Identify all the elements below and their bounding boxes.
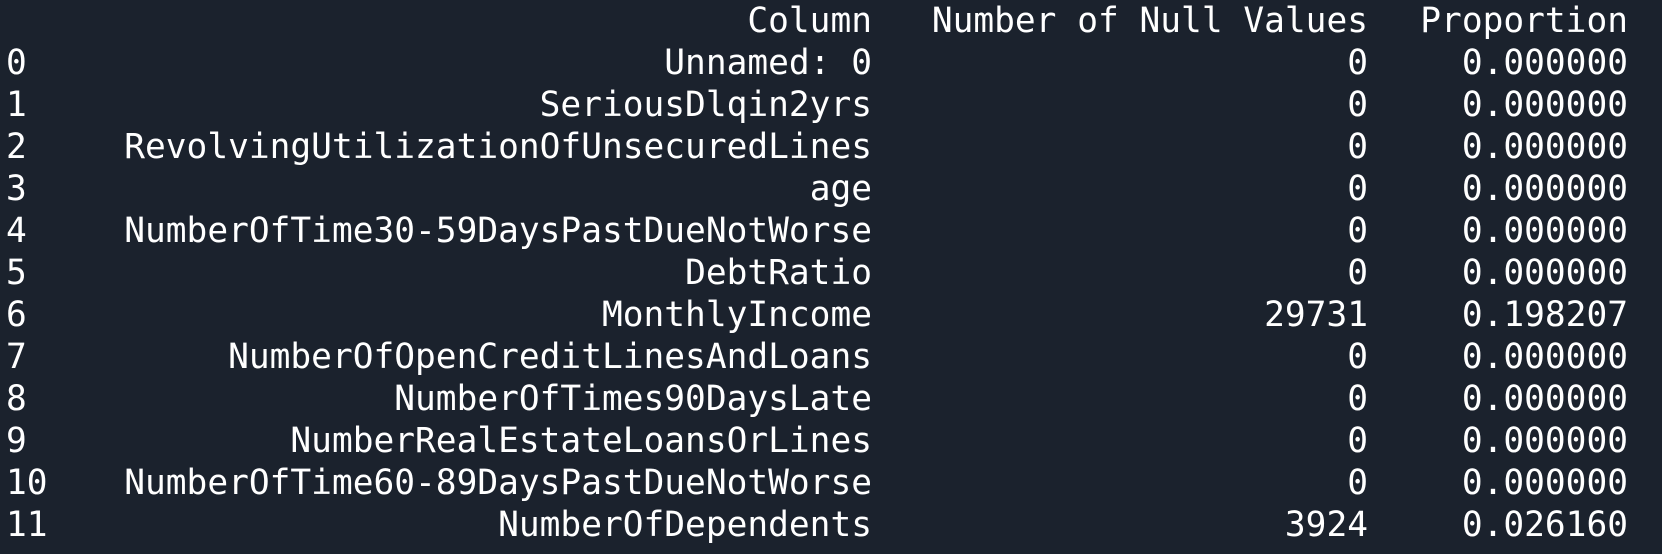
null-proportion: 0.000000	[1461, 169, 1628, 209]
column-name: MonthlyIncome	[601, 295, 872, 335]
dataframe-output: Column Number of Null Values Proportion …	[0, 0, 1662, 554]
row-index: 1	[6, 85, 27, 125]
column-name: NumberOfDependents	[498, 505, 872, 545]
null-proportion: 0.000000	[1461, 85, 1628, 125]
table-row: 3 age 0 0.000000	[0, 168, 1662, 210]
row-index: 7	[6, 337, 27, 377]
column-name: NumberOfTimes90DaysLate	[394, 379, 872, 419]
table-row: 9 NumberRealEstateLoansOrLines 0 0.00000…	[0, 420, 1662, 462]
null-count: 0	[1347, 127, 1368, 167]
column-name: SeriousDlqin2yrs	[539, 85, 872, 125]
row-index: 10	[6, 463, 48, 503]
null-count: 0	[1347, 421, 1368, 461]
null-count: 0	[1347, 169, 1368, 209]
table-row: 2 RevolvingUtilizationOfUnsecuredLines 0…	[0, 126, 1662, 168]
null-count: 0	[1347, 379, 1368, 419]
row-index: 8	[6, 379, 27, 419]
row-index: 2	[6, 127, 27, 167]
table-row: 10 NumberOfTime60-89DaysPastDueNotWorse …	[0, 462, 1662, 504]
null-proportion: 0.000000	[1461, 337, 1628, 377]
row-index: 3	[6, 169, 27, 209]
column-name: NumberOfTime30-59DaysPastDueNotWorse	[124, 211, 872, 251]
column-name: DebtRatio	[685, 253, 872, 293]
table-row: 5 DebtRatio 0 0.000000	[0, 252, 1662, 294]
row-index: 11	[6, 505, 48, 545]
row-index: 5	[6, 253, 27, 293]
header-row: Column Number of Null Values Proportion	[0, 0, 1662, 42]
column-name: age	[809, 169, 872, 209]
table-row: 0 Unnamed: 0 0 0.000000	[0, 42, 1662, 84]
null-proportion: 0.000000	[1461, 211, 1628, 251]
table-row: 11 NumberOfDependents 3924 0.026160	[0, 504, 1662, 546]
null-proportion: 0.198207	[1461, 295, 1628, 335]
null-proportion: 0.000000	[1461, 421, 1628, 461]
null-count: 3924	[1284, 505, 1368, 545]
header-null-values: Number of Null Values	[931, 1, 1368, 41]
null-proportion: 0.000000	[1461, 379, 1628, 419]
null-proportion: 0.000000	[1461, 463, 1628, 503]
null-count: 29731	[1264, 295, 1368, 335]
null-proportion: 0.000000	[1461, 253, 1628, 293]
header-column: Column	[747, 1, 872, 41]
null-count: 0	[1347, 463, 1368, 503]
null-count: 0	[1347, 211, 1368, 251]
table-row: 7 NumberOfOpenCreditLinesAndLoans 0 0.00…	[0, 336, 1662, 378]
row-index: 9	[6, 421, 27, 461]
column-name: NumberRealEstateLoansOrLines	[290, 421, 872, 461]
null-count: 0	[1347, 43, 1368, 83]
null-proportion: 0.000000	[1461, 127, 1628, 167]
null-count: 0	[1347, 85, 1368, 125]
null-proportion: 0.026160	[1461, 505, 1628, 545]
table-row: 8 NumberOfTimes90DaysLate 0 0.000000	[0, 378, 1662, 420]
column-name: NumberOfOpenCreditLinesAndLoans	[228, 337, 872, 377]
row-index: 0	[6, 43, 27, 83]
column-name: RevolvingUtilizationOfUnsecuredLines	[124, 127, 872, 167]
null-count: 0	[1347, 337, 1368, 377]
column-name: NumberOfTime60-89DaysPastDueNotWorse	[124, 463, 872, 503]
null-count: 0	[1347, 253, 1368, 293]
table-row: 6 MonthlyIncome 29731 0.198207	[0, 294, 1662, 336]
table-row: 1 SeriousDlqin2yrs 0 0.000000	[0, 84, 1662, 126]
header-proportion: Proportion	[1420, 1, 1628, 41]
row-index: 4	[6, 211, 27, 251]
table-row: 4 NumberOfTime30-59DaysPastDueNotWorse 0…	[0, 210, 1662, 252]
row-index: 6	[6, 295, 27, 335]
column-name: Unnamed: 0	[664, 43, 872, 83]
null-proportion: 0.000000	[1461, 43, 1628, 83]
